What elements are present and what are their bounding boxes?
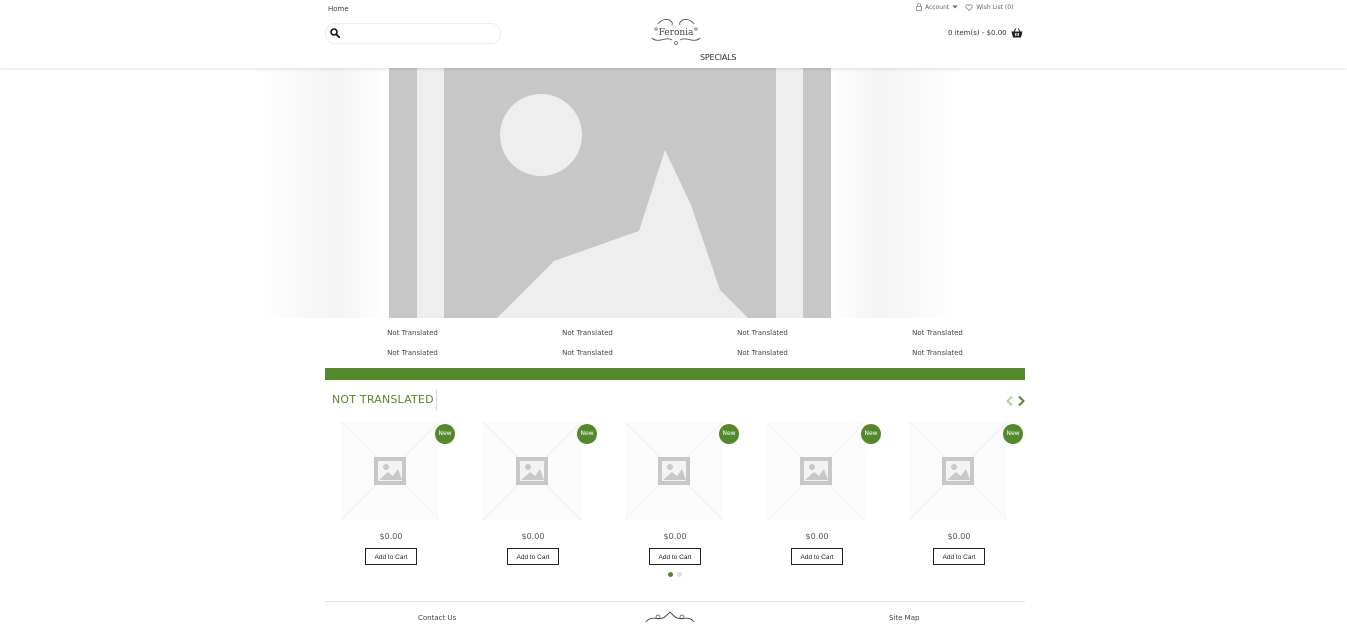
product-card: New $0.00 Add to Cart xyxy=(325,420,457,570)
home-link[interactable]: Home xyxy=(328,5,349,13)
hero-banner[interactable] xyxy=(253,68,963,318)
ornament-icon xyxy=(645,611,695,623)
links-row: Not Translated Not Translated Not Transl… xyxy=(325,326,1025,346)
add-to-cart-button[interactable]: Add to Cart xyxy=(649,548,701,565)
add-to-cart-button[interactable]: Add to Cart xyxy=(933,548,985,565)
add-to-cart-button[interactable]: Add to Cart xyxy=(791,548,843,565)
product-price: $0.00 xyxy=(947,532,971,541)
logo-text: Feronia xyxy=(659,28,694,38)
footer-sitemap-link[interactable]: Site Map xyxy=(889,614,919,622)
product-card: New $0.00 Add to Cart xyxy=(467,420,599,570)
add-to-cart-button[interactable]: Add to Cart xyxy=(507,548,559,565)
lock-icon xyxy=(916,3,922,11)
product-price: $0.00 xyxy=(521,532,545,541)
search-input[interactable] xyxy=(325,23,501,44)
grid-link[interactable]: Not Translated xyxy=(675,326,850,346)
chevron-right-icon[interactable] xyxy=(1016,395,1026,407)
new-badge: New xyxy=(1003,424,1023,444)
caret-down-icon[interactable] xyxy=(952,5,958,9)
product-card: New $0.00 Add to Cart xyxy=(893,420,1025,570)
grid-link[interactable]: Not Translated xyxy=(325,346,500,366)
product-price: $0.00 xyxy=(379,532,403,541)
cart-button[interactable]: 0 item(s) - $0.00 xyxy=(948,28,1023,38)
product-image-icon[interactable] xyxy=(625,422,723,520)
product-card: New $0.00 Add to Cart xyxy=(609,420,741,570)
grid-link[interactable]: Not Translated xyxy=(500,326,675,346)
product-price: $0.00 xyxy=(805,532,829,541)
new-badge: New xyxy=(861,424,881,444)
product-image-icon[interactable] xyxy=(483,422,581,520)
new-badge: New xyxy=(719,424,739,444)
product-card: New $0.00 Add to Cart xyxy=(751,420,883,570)
cart-summary: 0 item(s) - $0.00 xyxy=(948,29,1007,37)
grid-link[interactable]: Not Translated xyxy=(325,326,500,346)
section-bar xyxy=(325,368,1025,380)
links-grid: Not Translated Not Translated Not Transl… xyxy=(325,326,1025,366)
links-row: Not Translated Not Translated Not Transl… xyxy=(325,346,1025,366)
add-to-cart-button[interactable]: Add to Cart xyxy=(365,548,417,565)
footer-divider xyxy=(325,601,1025,602)
new-badge: New xyxy=(577,424,597,444)
placeholder-image-icon xyxy=(389,68,831,318)
grid-link[interactable]: Not Translated xyxy=(500,346,675,366)
wishlist-link[interactable]: Wish List (0) xyxy=(976,4,1013,11)
site-header: Home Feronia SPECIALS Account Wish List … xyxy=(0,0,1347,68)
search-icon[interactable] xyxy=(330,28,340,38)
product-carousel: New $0.00 Add to Cart New $0.00 Add to C… xyxy=(325,420,1035,570)
product-image-icon[interactable] xyxy=(341,422,439,520)
carousel-dot[interactable] xyxy=(677,572,682,577)
title-divider xyxy=(436,390,437,410)
grid-link[interactable]: Not Translated xyxy=(675,346,850,366)
top-links: Account Wish List (0) xyxy=(916,3,1013,11)
chevron-left-icon[interactable] xyxy=(1005,395,1015,407)
carousel-dot-active[interactable] xyxy=(668,572,673,577)
nav-specials[interactable]: SPECIALS xyxy=(700,53,737,62)
logo[interactable]: Feronia xyxy=(650,16,702,46)
product-image-icon[interactable] xyxy=(909,422,1007,520)
product-image-icon[interactable] xyxy=(767,422,865,520)
grid-link[interactable]: Not Translated xyxy=(850,346,1025,366)
basket-icon xyxy=(1011,28,1023,38)
section-title: NOT TRANSLATED xyxy=(332,393,434,406)
product-price: $0.00 xyxy=(663,532,687,541)
new-badge: New xyxy=(435,424,455,444)
heart-icon xyxy=(965,3,973,11)
grid-link[interactable]: Not Translated xyxy=(850,326,1025,346)
footer-contact-link[interactable]: Contact Us xyxy=(418,614,456,622)
carousel-pagination xyxy=(668,572,682,577)
account-link[interactable]: Account xyxy=(925,4,949,11)
